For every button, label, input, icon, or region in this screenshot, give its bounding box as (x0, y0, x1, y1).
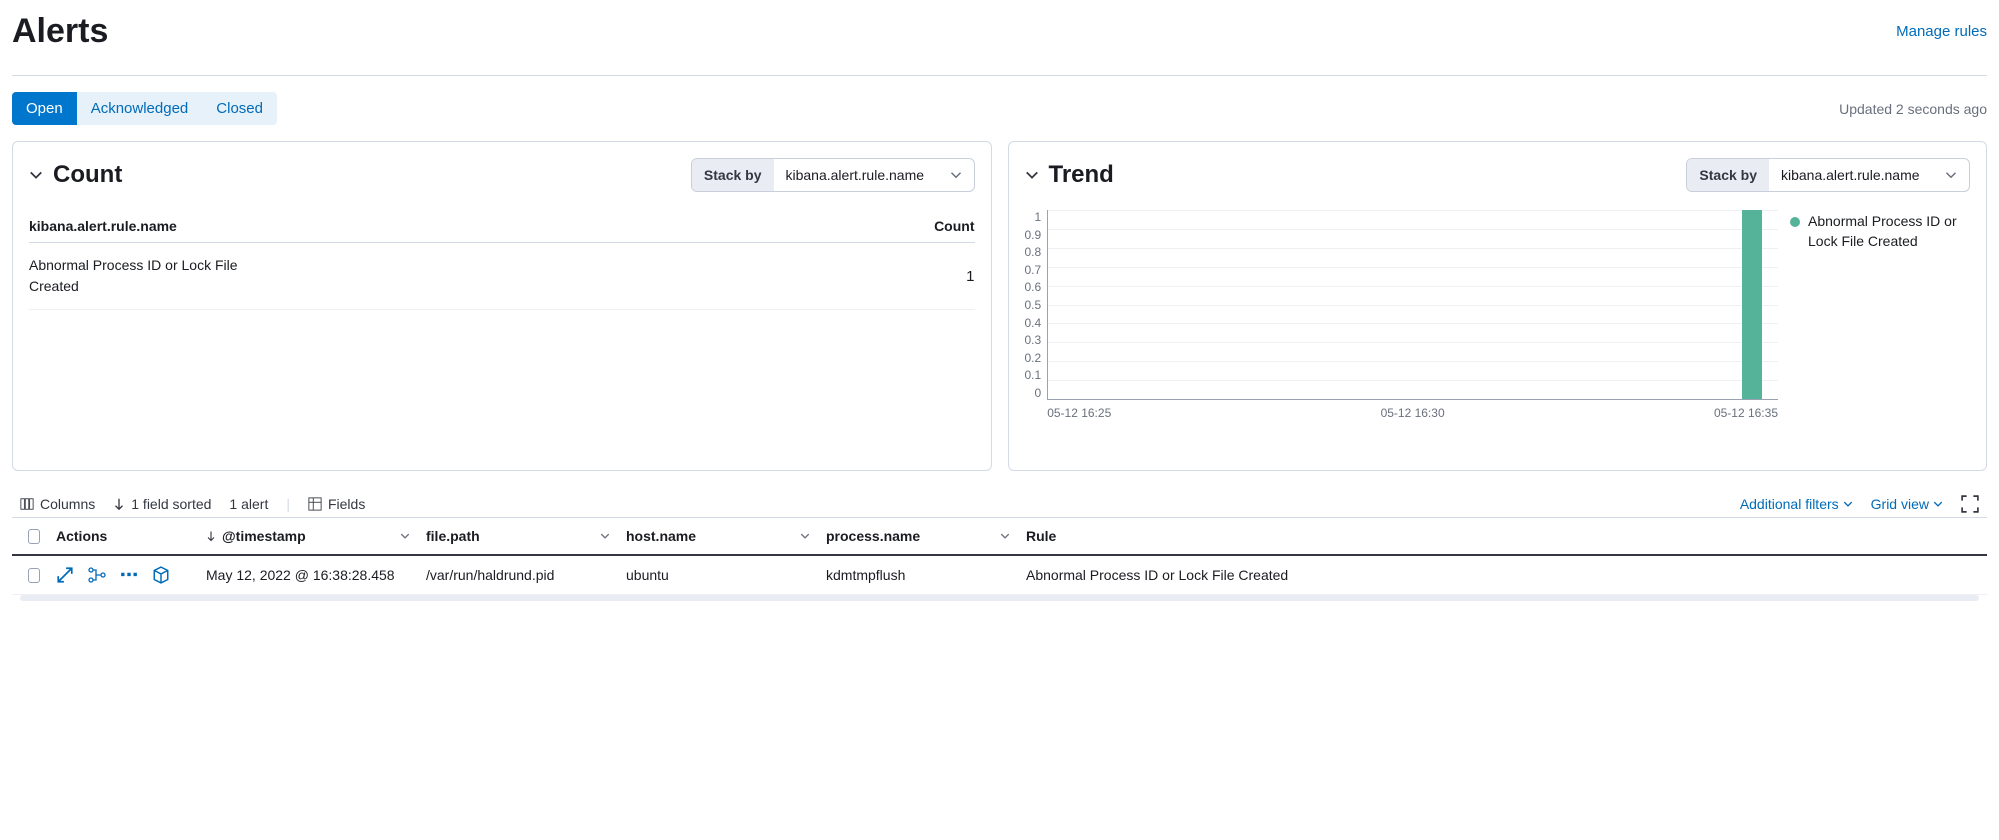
tab-open[interactable]: Open (12, 92, 77, 125)
trend-plot-area (1047, 210, 1778, 400)
manage-rules-link[interactable]: Manage rules (1896, 23, 1987, 40)
table-row[interactable]: May 12, 2022 @ 16:38:28.458 /var/run/hal… (12, 556, 1987, 595)
sort-label: 1 field sorted (131, 496, 211, 512)
trend-stackby-value: kibana.alert.rule.name (1781, 167, 1920, 183)
sort-button[interactable]: 1 field sorted (113, 496, 211, 512)
columns-label: Columns (40, 496, 95, 512)
trend-x-axis: 05-12 16:2505-12 16:3005-12 16:35 (1047, 400, 1778, 420)
tab-acknowledged[interactable]: Acknowledged (77, 92, 203, 125)
count-title: Count (53, 161, 122, 189)
trend-legend[interactable]: Abnormal Process ID or Lock File Created (1790, 210, 1970, 420)
count-row-value: 1 (966, 268, 974, 285)
col-process-name-label: process.name (826, 528, 920, 544)
cell-timestamp: May 12, 2022 @ 16:38:28.458 (198, 557, 418, 593)
chevron-down-icon (1000, 531, 1010, 541)
count-row[interactable]: Abnormal Process ID or Lock File Created… (29, 243, 975, 310)
analyzer-icon[interactable] (88, 566, 106, 584)
columns-button[interactable]: Columns (20, 496, 95, 512)
col-host-name-label: host.name (626, 528, 696, 544)
fullscreen-icon[interactable] (1961, 495, 1979, 513)
chevron-down-icon (950, 169, 962, 181)
chevron-down-icon (800, 531, 810, 541)
trend-bar[interactable] (1742, 210, 1762, 399)
trend-y-axis: 10.90.80.70.60.50.40.30.20.10 (1025, 210, 1048, 400)
cell-process-name: kdmtmpflush (818, 557, 1018, 593)
fields-icon (308, 497, 322, 511)
col-rule-label: Rule (1026, 528, 1056, 544)
chevron-down-icon[interactable] (29, 168, 43, 182)
trend-stackby-label: Stack by (1687, 159, 1769, 191)
cube-icon[interactable] (152, 566, 170, 584)
count-stackby: Stack by kibana.alert.rule.name (691, 158, 975, 192)
count-stackby-label: Stack by (692, 159, 774, 191)
chevron-down-icon (400, 531, 410, 541)
chevron-down-icon[interactable] (1025, 168, 1039, 182)
col-timestamp-label: @timestamp (222, 528, 306, 544)
alert-count: 1 alert (229, 496, 268, 512)
sort-icon (113, 497, 125, 511)
count-panel: Count Stack by kibana.alert.rule.name ki… (12, 141, 992, 471)
grid-view-button[interactable]: Grid view (1871, 496, 1943, 512)
grid-toolbar: Columns 1 field sorted 1 alert | Fields … (12, 491, 1987, 517)
count-stackby-value: kibana.alert.rule.name (786, 167, 925, 183)
grid-header: Actions @timestamp file.path host.name p… (12, 517, 1987, 556)
count-col-name: kibana.alert.rule.name (29, 218, 177, 234)
cell-rule: Abnormal Process ID or Lock File Created (1018, 557, 1979, 593)
updated-status: Updated 2 seconds ago (1839, 101, 1987, 117)
cell-host-name: ubuntu (618, 557, 818, 593)
col-actions: Actions (48, 518, 198, 554)
trend-title: Trend (1049, 161, 1114, 189)
trend-panel: Trend Stack by kibana.alert.rule.name 10… (1008, 141, 1988, 471)
chevron-down-icon (1945, 169, 1957, 181)
additional-filters-label: Additional filters (1740, 496, 1839, 512)
chevron-down-icon (600, 531, 610, 541)
cell-file-path: /var/run/haldrund.pid (418, 557, 618, 593)
trend-stackby: Stack by kibana.alert.rule.name (1686, 158, 1970, 192)
legend-dot-icon (1790, 217, 1800, 227)
grid-view-label: Grid view (1871, 496, 1929, 512)
more-actions-icon[interactable] (120, 566, 138, 584)
status-tabs: Open Acknowledged Closed (12, 92, 277, 125)
col-file-path[interactable]: file.path (418, 518, 618, 554)
col-host-name[interactable]: host.name (618, 518, 818, 554)
count-col-count: Count (934, 218, 974, 234)
col-timestamp[interactable]: @timestamp (198, 518, 418, 554)
header-divider (12, 75, 1987, 76)
horizontal-scrollbar[interactable] (20, 595, 1979, 601)
count-table: kibana.alert.rule.name Count Abnormal Pr… (29, 210, 975, 310)
count-stackby-select[interactable]: kibana.alert.rule.name (774, 159, 974, 191)
additional-filters-button[interactable]: Additional filters (1740, 496, 1853, 512)
trend-stackby-select[interactable]: kibana.alert.rule.name (1769, 159, 1969, 191)
columns-icon (20, 497, 34, 511)
chevron-down-icon (1843, 499, 1853, 509)
toolbar-separator: | (286, 496, 290, 512)
fields-label: Fields (328, 496, 365, 512)
alerts-grid: Actions @timestamp file.path host.name p… (12, 517, 1987, 601)
col-file-path-label: file.path (426, 528, 480, 544)
page-title: Alerts (12, 12, 108, 51)
row-checkbox[interactable] (28, 568, 40, 583)
select-all-checkbox[interactable] (28, 529, 40, 544)
sort-desc-icon (206, 530, 216, 542)
col-rule[interactable]: Rule (1018, 518, 1979, 554)
chevron-down-icon (1933, 499, 1943, 509)
tab-closed[interactable]: Closed (202, 92, 277, 125)
expand-icon[interactable] (56, 566, 74, 584)
col-process-name[interactable]: process.name (818, 518, 1018, 554)
count-row-name: Abnormal Process ID or Lock File Created (29, 255, 289, 297)
fields-button[interactable]: Fields (308, 496, 365, 512)
trend-legend-label: Abnormal Process ID or Lock File Created (1808, 212, 1970, 251)
